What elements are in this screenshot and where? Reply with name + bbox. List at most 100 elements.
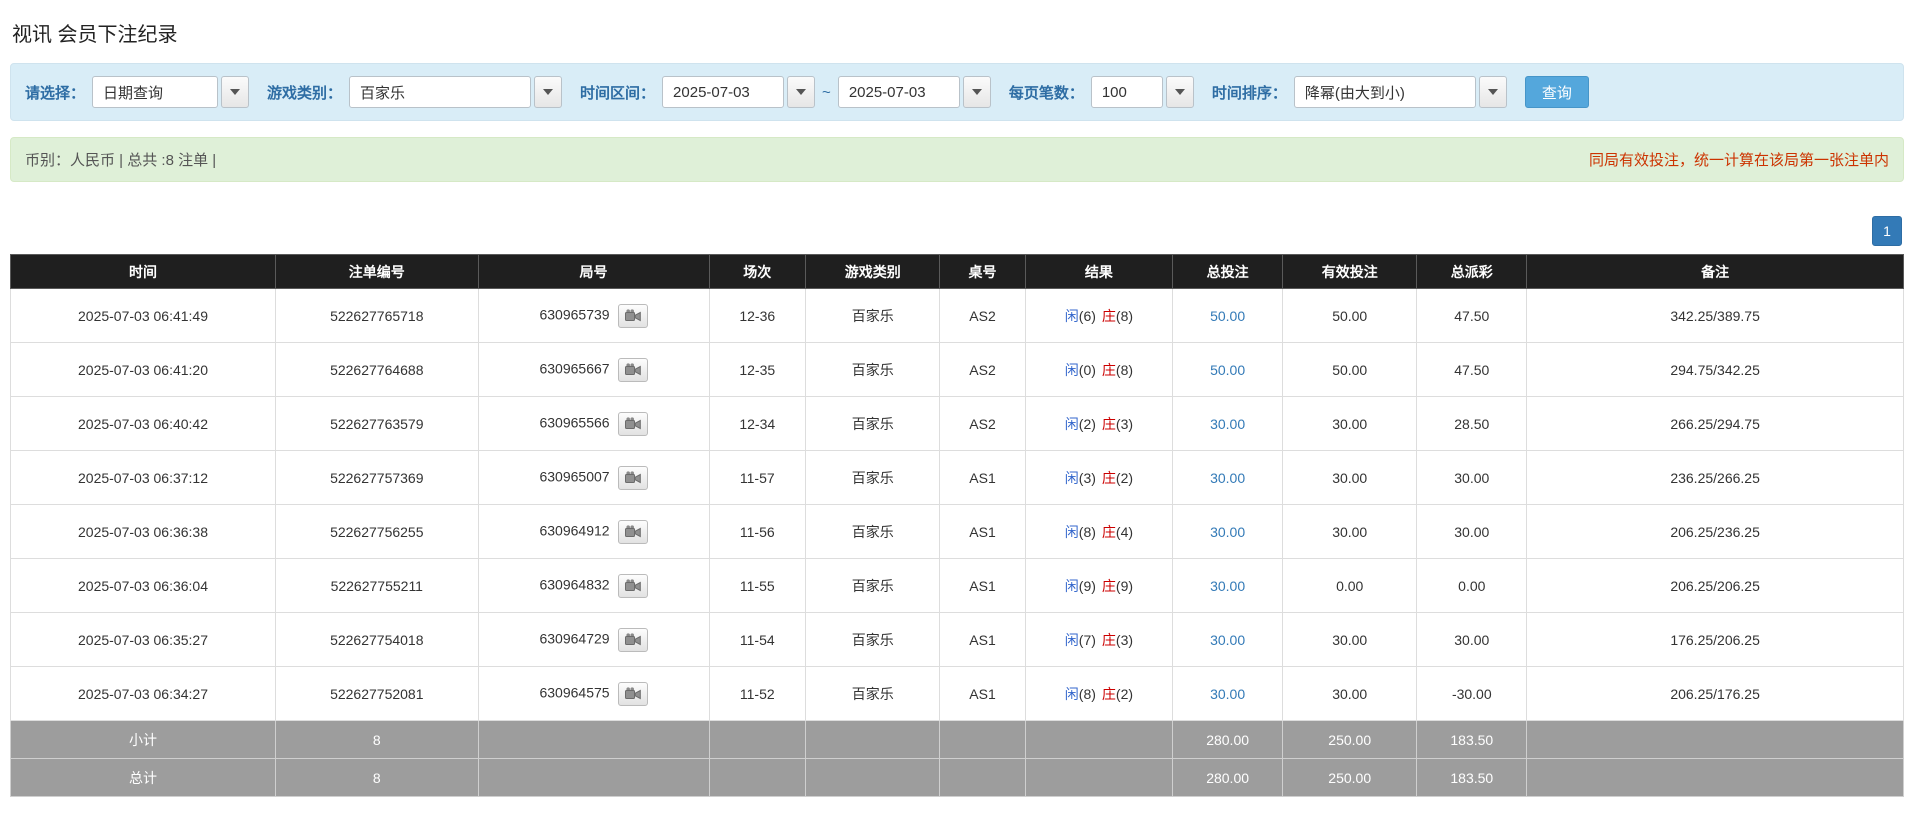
query-type-group: 请选择： 日期查询 [25,76,249,108]
cell-bet-id: 522627755211 [276,559,479,613]
cell-game: 百家乐 [806,613,940,667]
player-score: (0) [1079,362,1096,378]
cell-table-no: AS1 [940,559,1025,613]
round-id: 630964832 [539,576,609,592]
column-header: 场次 [709,255,806,289]
total-bet-link[interactable]: 30.00 [1210,578,1245,594]
chevron-down-icon[interactable] [1166,76,1194,108]
total-bet-link[interactable]: 30.00 [1210,470,1245,486]
cell-game: 百家乐 [806,559,940,613]
cell-note: 176.25/206.25 [1527,613,1904,667]
cell-bet-id: 522627765718 [276,289,479,343]
column-header: 注单编号 [276,255,479,289]
column-header: 结果 [1025,255,1173,289]
player-result: 闲 [1065,470,1079,486]
round-video-button[interactable] [618,304,648,328]
empty-cell [478,759,709,797]
round-video-button[interactable] [618,682,648,706]
total-bet-link[interactable]: 30.00 [1210,686,1245,702]
page-size-select[interactable]: 100 [1091,76,1194,108]
cell-table-no: AS1 [940,505,1025,559]
banker-score: (4) [1116,524,1133,540]
page-title: 视讯 会员下注纪录 [12,18,1902,47]
time-sort-value: 降幂(由大到小) [1294,76,1476,108]
cell-total-bet: 50.00 [1173,343,1283,397]
cell-round: 630965007 [478,451,709,505]
empty-cell [940,759,1025,797]
query-type-select[interactable]: 日期查询 [92,76,249,108]
round-video-button[interactable] [618,466,648,490]
game-type-value: 百家乐 [349,76,531,108]
cell-session: 12-35 [709,343,806,397]
cell-round: 630964729 [478,613,709,667]
column-header: 备注 [1527,255,1904,289]
round-video-button[interactable] [618,358,648,382]
empty-cell [806,759,940,797]
round-video-button[interactable] [618,574,648,598]
empty-cell [1025,759,1173,797]
round-id: 630964729 [539,630,609,646]
empty-cell [1025,721,1173,759]
column-header: 局号 [478,255,709,289]
game-type-label: 游戏类别： [267,82,342,103]
banker-score: (3) [1116,632,1133,648]
time-range-group: 时间区间： 2025-07-03 ~ 2025-07-03 [580,76,991,108]
total-bet-link[interactable]: 30.00 [1210,524,1245,540]
cell-time: 2025-07-03 06:41:49 [11,289,276,343]
cell-game: 百家乐 [806,289,940,343]
cell-result: 闲(9)庄(9) [1025,559,1173,613]
table-header-row: 时间注单编号局号场次游戏类别桌号结果总投注有效投注总派彩备注 [11,255,1904,289]
column-header: 桌号 [940,255,1025,289]
round-video-button[interactable] [618,412,648,436]
total-row: 总计 8 280.00 250.00 183.50 [11,759,1904,797]
video-camera-icon [625,525,641,538]
cell-note: 266.25/294.75 [1527,397,1904,451]
round-video-button[interactable] [618,520,648,544]
cell-note: 206.25/176.25 [1527,667,1904,721]
cell-bet-id: 522627757369 [276,451,479,505]
cell-time: 2025-07-03 06:36:04 [11,559,276,613]
chevron-down-icon[interactable] [1479,76,1507,108]
banker-result: 庄 [1102,416,1116,432]
round-id: 630964575 [539,684,609,700]
cell-game: 百家乐 [806,505,940,559]
query-type-value: 日期查询 [92,76,218,108]
filter-bar: 请选择： 日期查询 游戏类别： 百家乐 时间区间： 2025-07-03 ~ 2… [10,63,1904,121]
cell-total-bet: 50.00 [1173,289,1283,343]
round-id: 630965007 [539,468,609,484]
page-button-1[interactable]: 1 [1872,216,1902,246]
player-score: (8) [1079,686,1096,702]
round-video-button[interactable] [618,628,648,652]
chevron-down-icon[interactable] [787,76,815,108]
chevron-down-icon[interactable] [963,76,991,108]
page-size-label: 每页笔数： [1009,82,1084,103]
cell-table-no: AS2 [940,289,1025,343]
cell-note: 206.25/236.25 [1527,505,1904,559]
total-bet-link[interactable]: 30.00 [1210,632,1245,648]
cell-game: 百家乐 [806,451,940,505]
total-bet-link[interactable]: 50.00 [1210,308,1245,324]
chevron-down-icon[interactable] [534,76,562,108]
total-bet-link[interactable]: 30.00 [1210,416,1245,432]
time-sort-select[interactable]: 降幂(由大到小) [1294,76,1507,108]
subtotal-payout: 183.50 [1417,721,1527,759]
cell-session: 11-52 [709,667,806,721]
player-score: (3) [1079,470,1096,486]
game-type-select[interactable]: 百家乐 [349,76,562,108]
subtotal-total-bet: 280.00 [1173,721,1283,759]
table-row: 2025-07-03 06:41:49 522627765718 6309657… [11,289,1904,343]
total-bet-link[interactable]: 50.00 [1210,362,1245,378]
date-start-select[interactable]: 2025-07-03 [662,76,815,108]
cell-round: 630964575 [478,667,709,721]
cell-bet-id: 522627752081 [276,667,479,721]
pagination: 1 [10,216,1902,246]
chevron-down-icon[interactable] [221,76,249,108]
cell-valid-bet: 0.00 [1283,559,1417,613]
cell-result: 闲(0)庄(8) [1025,343,1173,397]
cell-valid-bet: 30.00 [1283,613,1417,667]
date-end-select[interactable]: 2025-07-03 [838,76,991,108]
banker-score: (8) [1116,308,1133,324]
cell-session: 12-34 [709,397,806,451]
search-button[interactable]: 查询 [1525,76,1589,108]
player-result: 闲 [1065,524,1079,540]
